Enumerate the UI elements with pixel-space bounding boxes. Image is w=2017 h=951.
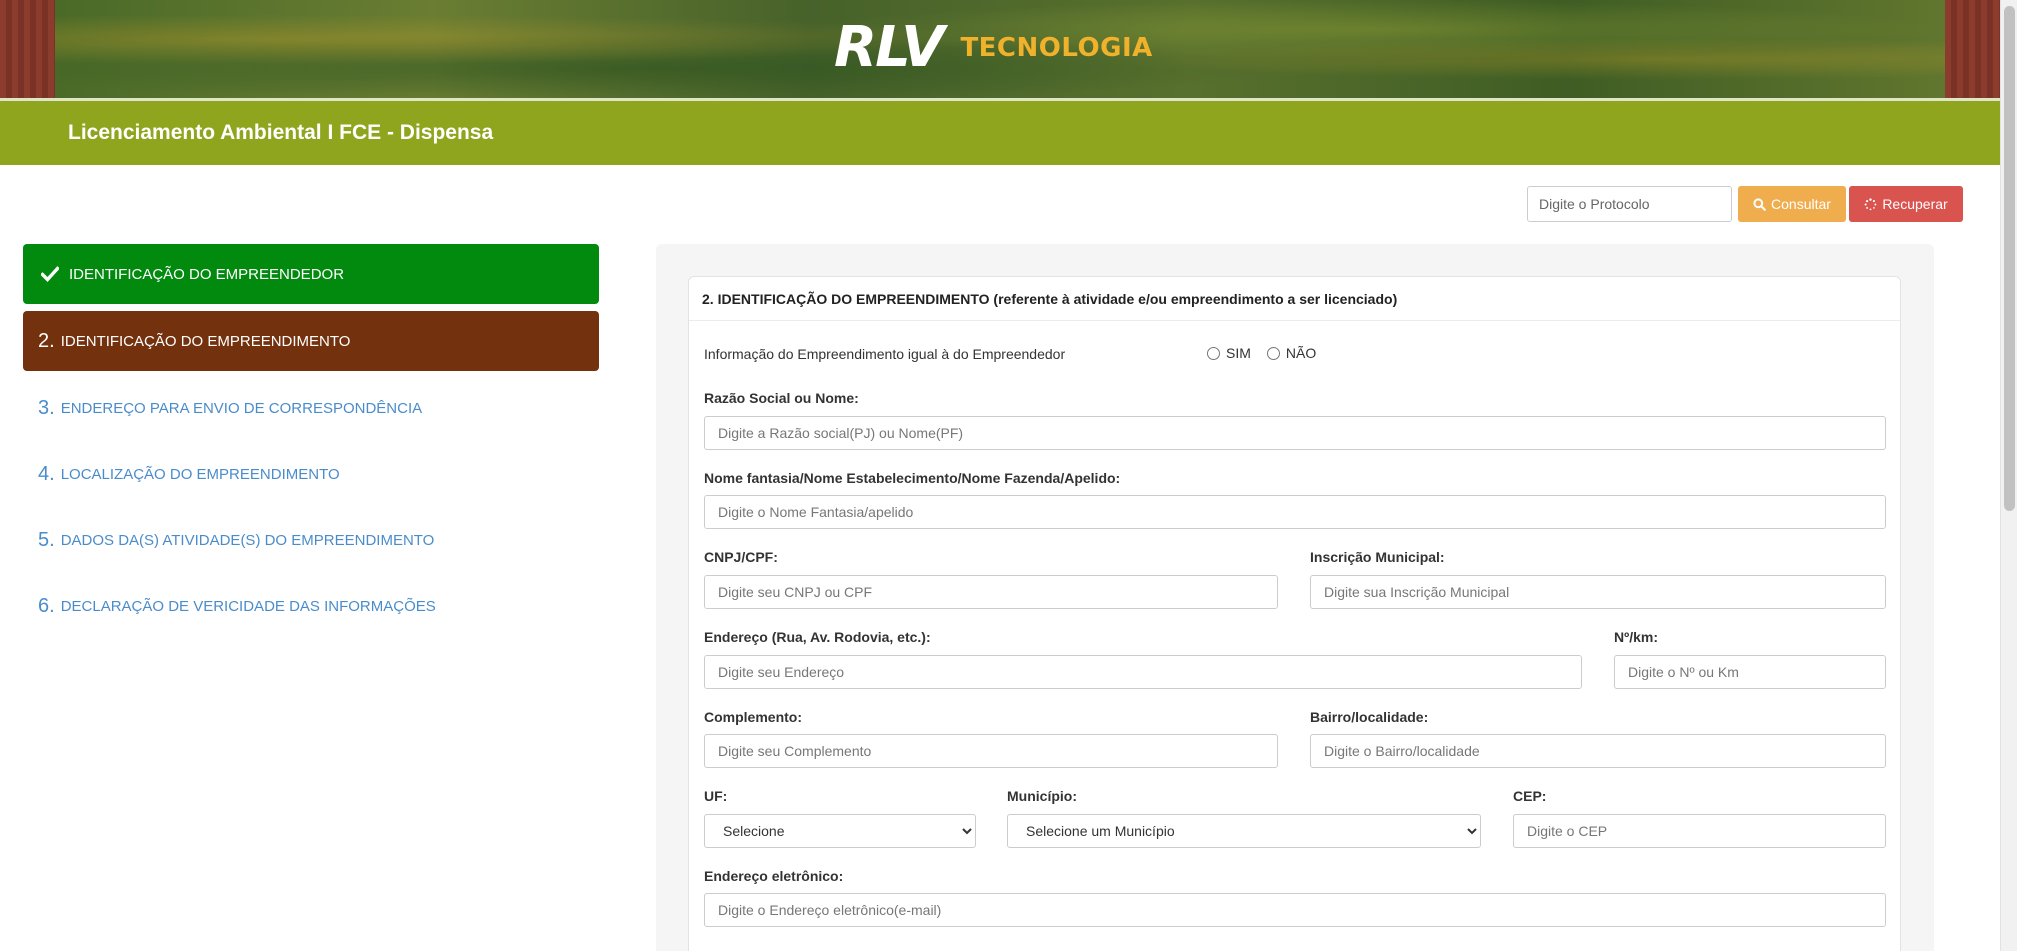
numero-label: Nº/km: bbox=[1614, 629, 1659, 645]
step-number: 5. bbox=[38, 528, 55, 551]
step-label: DADOS DA(S) ATIVIDADE(S) DO EMPREENDIMEN… bbox=[60, 531, 435, 549]
protocol-input[interactable] bbox=[1527, 186, 1732, 222]
step-number: 3. bbox=[38, 396, 55, 419]
banner-edge-right bbox=[1945, 0, 2000, 98]
bairro-input[interactable] bbox=[1310, 734, 1886, 768]
step-identificacao-empreendedor[interactable]: IDENTIFICAÇÃO DO EMPREENDEDOR bbox=[23, 244, 599, 304]
razao-social-label: Razão Social ou Nome: bbox=[704, 390, 859, 406]
complemento-label: Complemento: bbox=[704, 709, 802, 725]
municipio-select[interactable]: Selecione um Município bbox=[1007, 814, 1481, 848]
same-info-radio-group: SIM NÃO bbox=[1207, 345, 1326, 361]
step-endereco-correspondencia[interactable]: 3. ENDEREÇO PARA ENVIO DE CORRESPONDÊNCI… bbox=[23, 378, 599, 438]
bairro-label: Bairro/localidade: bbox=[1310, 709, 1429, 725]
consultar-button[interactable]: Consultar bbox=[1738, 186, 1846, 222]
step-number: 2. bbox=[38, 329, 55, 352]
radio-nao[interactable] bbox=[1266, 346, 1280, 360]
cep-label: CEP: bbox=[1513, 788, 1547, 804]
email-label: Endereço eletrônico: bbox=[704, 868, 844, 884]
form-title-divider bbox=[689, 320, 1900, 321]
uf-select[interactable]: Selecione bbox=[704, 814, 976, 848]
email-input[interactable] bbox=[704, 893, 1886, 927]
search-icon bbox=[1753, 197, 1766, 211]
cep-input[interactable] bbox=[1513, 814, 1886, 848]
same-info-label: Informação do Empreendimento igual à do … bbox=[704, 346, 1066, 362]
check-icon bbox=[41, 266, 59, 282]
form-title: 2. IDENTIFICAÇÃO DO EMPREENDIMENTO (refe… bbox=[702, 291, 1398, 307]
radio-nao-label: NÃO bbox=[1285, 345, 1317, 361]
cnpj-label: CNPJ/CPF: bbox=[704, 549, 778, 565]
logo-mark: RLV bbox=[834, 15, 944, 80]
step-label: IDENTIFICAÇÃO DO EMPREENDEDOR bbox=[69, 265, 345, 283]
radio-sim[interactable] bbox=[1207, 346, 1220, 360]
inscricao-municipal-input[interactable] bbox=[1310, 575, 1886, 609]
nome-fantasia-label: Nome fantasia/Nome Estabelecimento/Nome … bbox=[704, 470, 1121, 486]
razao-social-input[interactable] bbox=[704, 416, 1886, 450]
page-scrollbar[interactable] bbox=[2000, 0, 2017, 951]
scrollbar-thumb[interactable] bbox=[2004, 6, 2015, 511]
numero-input[interactable] bbox=[1614, 655, 1886, 689]
complemento-input[interactable] bbox=[704, 734, 1278, 768]
step-declaracao[interactable]: 6. DECLARAÇÃO DE VERICIDADE DAS INFORMAÇ… bbox=[23, 576, 599, 636]
municipio-label: Município: bbox=[1007, 788, 1077, 804]
steps-sidebar: IDENTIFICAÇÃO DO EMPREENDEDOR 2. IDENTIF… bbox=[23, 244, 599, 642]
spinner-icon bbox=[1864, 197, 1877, 210]
step-label: DECLARAÇÃO DE VERICIDADE DAS INFORMAÇÕES bbox=[60, 597, 436, 615]
banner-edge-left bbox=[0, 0, 55, 98]
step-label: IDENTIFICAÇÃO DO EMPREENDIMENTO bbox=[60, 332, 351, 350]
cnpj-input[interactable] bbox=[704, 575, 1278, 609]
recuperar-label: Recuperar bbox=[1882, 196, 1948, 212]
logo: RLV TECNOLOGIA bbox=[834, 15, 1153, 80]
radio-sim-label: SIM bbox=[1226, 345, 1251, 361]
header-banner: RLV TECNOLOGIA bbox=[0, 0, 2000, 98]
form-panel bbox=[688, 276, 1901, 951]
step-localizacao[interactable]: 4. LOCALIZAÇÃO DO EMPREENDIMENTO bbox=[23, 444, 599, 504]
step-dados-atividades[interactable]: 5. DADOS DA(S) ATIVIDADE(S) DO EMPREENDI… bbox=[23, 510, 599, 570]
endereco-label: Endereço (Rua, Av. Rodovia, etc.): bbox=[704, 629, 931, 645]
endereco-input[interactable] bbox=[704, 655, 1582, 689]
step-number: 6. bbox=[38, 594, 55, 617]
uf-label: UF: bbox=[704, 788, 728, 804]
nome-fantasia-input[interactable] bbox=[704, 495, 1886, 529]
logo-text: TECNOLOGIA bbox=[960, 33, 1153, 63]
page-title: Licenciamento Ambiental I FCE - Dispensa bbox=[68, 121, 494, 144]
step-number: 4. bbox=[38, 462, 55, 485]
inscricao-municipal-label: Inscrição Municipal: bbox=[1310, 549, 1445, 565]
consultar-label: Consultar bbox=[1771, 196, 1831, 212]
step-identificacao-empreendimento[interactable]: 2. IDENTIFICAÇÃO DO EMPREENDIMENTO bbox=[23, 311, 599, 371]
step-label: LOCALIZAÇÃO DO EMPREENDIMENTO bbox=[60, 465, 340, 483]
step-label: ENDEREÇO PARA ENVIO DE CORRESPONDÊNCIA bbox=[60, 399, 423, 417]
recuperar-button[interactable]: Recuperar bbox=[1849, 186, 1963, 222]
title-bar: Licenciamento Ambiental I FCE - Dispensa bbox=[0, 101, 2000, 165]
